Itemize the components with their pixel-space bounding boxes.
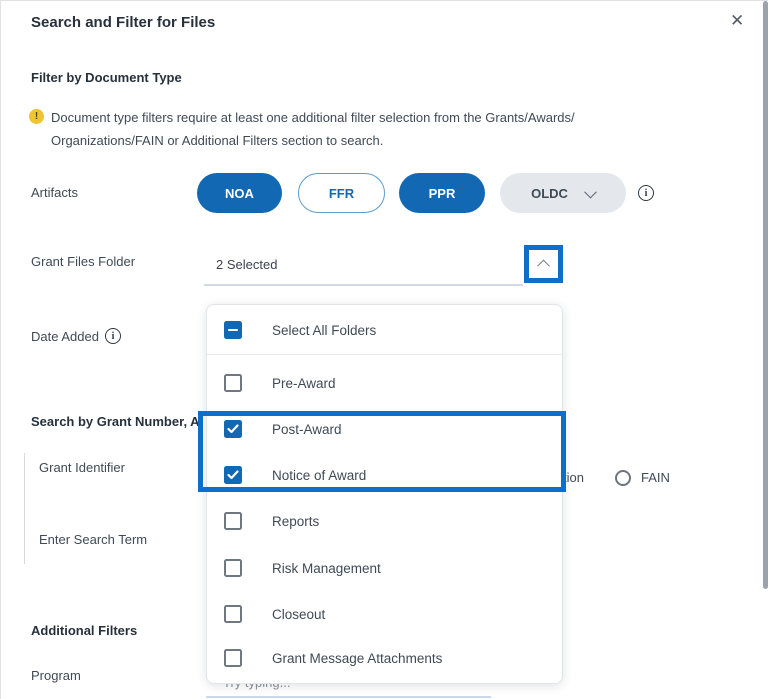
search-by-heading: Search by Grant Number, A — [31, 414, 200, 429]
oldc-dropdown[interactable]: OLDC — [500, 173, 626, 213]
filter-by-document-type-heading: Filter by Document Type — [31, 70, 182, 85]
artifacts-label: Artifacts — [31, 185, 78, 200]
radio-label-fragment: tion — [563, 470, 584, 485]
folder-option-reports[interactable]: Reports — [207, 498, 562, 544]
program-input-underline — [206, 696, 491, 698]
folder-collapse-highlight-box — [524, 245, 563, 283]
folder-input-underline — [204, 284, 523, 286]
folder-option-pre-award[interactable]: Pre-Award — [207, 360, 562, 406]
notice-line-2: Organizations/FAIN or Additional Filters… — [51, 133, 383, 148]
folder-dropdown-panel: Select All Folders Pre-Award Post-Award … — [206, 304, 563, 684]
artifacts-info-icon[interactable]: i — [638, 185, 654, 201]
checkbox-unchecked-icon[interactable] — [224, 559, 242, 577]
chevron-up-icon[interactable] — [537, 259, 550, 272]
fain-radio-label: FAIN — [641, 470, 670, 485]
scrollbar-thumb[interactable] — [763, 1, 768, 589]
folder-option-grant-message-attachments[interactable]: Grant Message Attachments — [207, 636, 562, 680]
additional-filters-heading: Additional Filters — [31, 623, 137, 638]
checked-options-highlight-box — [198, 411, 566, 492]
checkbox-unchecked-icon[interactable] — [224, 605, 242, 623]
oldc-dropdown-label: OLDC — [531, 186, 568, 201]
checkbox-unchecked-icon[interactable] — [224, 374, 242, 392]
program-label: Program — [31, 668, 81, 683]
folder-option-select-all[interactable]: Select All Folders — [207, 307, 562, 353]
search-filter-modal: Search and Filter for Files ✕ Filter by … — [0, 0, 768, 699]
date-added-info-icon[interactable]: i — [105, 328, 121, 344]
modal-title: Search and Filter for Files — [31, 14, 215, 31]
fain-radio[interactable] — [615, 470, 631, 486]
artifact-button-ffr[interactable]: FFR — [298, 173, 385, 213]
enter-search-term-label: Enter Search Term — [39, 532, 147, 547]
grant-files-folder-label: Grant Files Folder — [31, 254, 135, 269]
grant-identifier-label: Grant Identifier — [39, 460, 125, 475]
checkbox-unchecked-icon[interactable] — [224, 512, 242, 530]
artifact-button-noa[interactable]: NOA — [197, 173, 282, 213]
warning-icon: ! — [29, 109, 44, 124]
date-added-label: Date Added — [31, 329, 99, 344]
checkbox-unchecked-icon[interactable] — [224, 649, 242, 667]
close-icon[interactable]: ✕ — [730, 12, 744, 29]
dropdown-divider — [207, 354, 562, 355]
checkbox-indeterminate-icon[interactable] — [224, 321, 242, 339]
indent-guide-line — [24, 453, 25, 564]
chevron-down-icon — [584, 185, 597, 198]
folder-option-risk-management[interactable]: Risk Management — [207, 545, 562, 591]
artifact-button-ppr[interactable]: PPR — [399, 173, 485, 213]
folder-option-closeout[interactable]: Closeout — [207, 591, 562, 637]
folder-selected-count[interactable]: 2 Selected — [216, 257, 277, 272]
notice-line-1: Document type filters require at least o… — [51, 110, 575, 125]
